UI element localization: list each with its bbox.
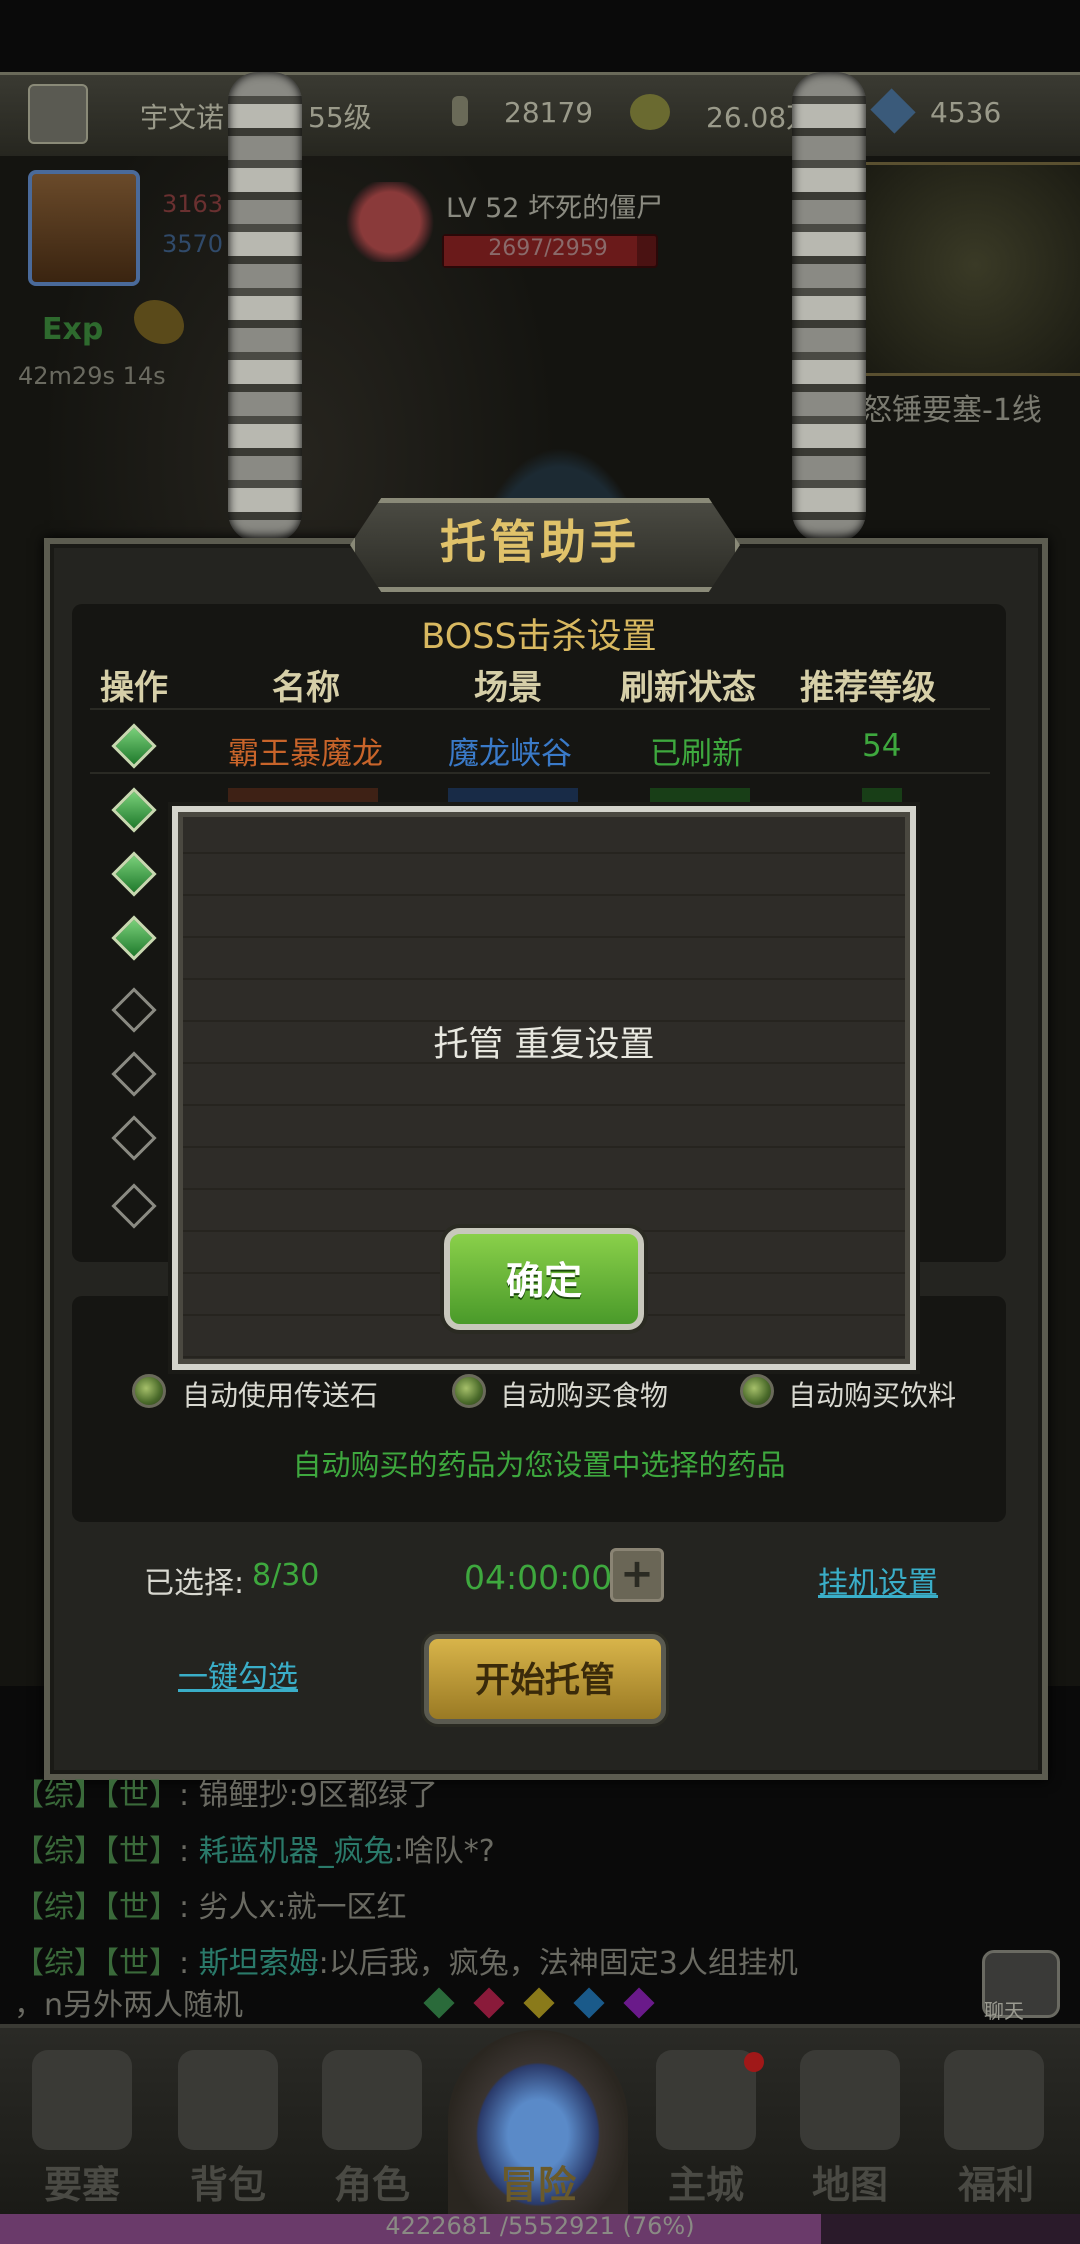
selected-label: 已选择: xyxy=(144,1566,245,1601)
row-2-text-fragment xyxy=(650,788,750,806)
chat-button-label: 聊天 xyxy=(984,1999,1024,2023)
chat-continuation: ，n另外两人随机 xyxy=(14,1988,244,2023)
chat-message[interactable]: 【综】【世】: 劣人x:就一区红 xyxy=(14,1882,407,1926)
minimap[interactable] xyxy=(862,162,1080,376)
teleport-stone-radio[interactable] xyxy=(132,1374,166,1408)
gold-value: 28179 xyxy=(504,96,594,129)
chat-message[interactable]: 【综】【世】: 耗蓝机器_疯兔:啥队*? xyxy=(14,1826,495,1870)
boss-level-cell: 54 xyxy=(862,728,902,764)
chat-channel: 【综】 xyxy=(14,1946,104,1981)
chat-sep: : xyxy=(179,1946,190,1981)
buy-food-radio[interactable] xyxy=(452,1374,486,1408)
nav-backpack[interactable]: 背包 xyxy=(168,2154,288,2209)
notification-dot xyxy=(744,2052,764,2072)
nav-character[interactable]: 角色 xyxy=(312,2154,432,2209)
row-divider xyxy=(90,708,990,710)
chat-scope: 【世】 xyxy=(104,1834,179,1869)
boss-scene-cell: 魔龙峡谷 xyxy=(448,736,572,772)
buy-food-label: 自动购买食物 xyxy=(500,1379,669,1412)
helmet-icon[interactable] xyxy=(322,2050,422,2150)
fortress-icon[interactable] xyxy=(32,2050,132,2150)
add-time-button[interactable]: + xyxy=(610,1548,664,1602)
col-scene: 场景 xyxy=(474,668,542,708)
chat-text: 锦鲤抄:9区都绿了 xyxy=(198,1778,438,1813)
boss-level-name: LV 52 坏死的僵尸 xyxy=(446,193,664,224)
coin-icon[interactable] xyxy=(630,94,670,130)
chat-channel: 【综】 xyxy=(14,1834,104,1869)
chat-text: 劣人x:就一区红 xyxy=(198,1890,407,1925)
player-level: 55级 xyxy=(308,101,372,134)
row-2-text-fragment xyxy=(862,788,902,806)
boss-hp-text: 2697/2959 xyxy=(488,236,608,261)
dialog-message: 托管 重复设置 xyxy=(433,1025,655,1065)
buff-timers: 42m29s 14s xyxy=(18,362,166,390)
chat-sep: : xyxy=(179,1890,190,1925)
chat-channel: 【综】 xyxy=(14,1890,104,1925)
select-all-link[interactable]: 一键勾选 xyxy=(178,1652,298,1696)
hero-hp: 3163 xyxy=(162,190,224,218)
gem-icon xyxy=(473,1987,505,2019)
nav-map[interactable]: 地图 xyxy=(790,2154,910,2209)
map-line-name: 怒锤要塞-1线 xyxy=(862,393,1042,428)
gold-icon xyxy=(452,96,468,126)
buy-drink-label: 自动购买饮料 xyxy=(788,1379,957,1412)
exp-label: Exp xyxy=(42,312,104,347)
row-2-text-fragment xyxy=(448,788,578,806)
chat-sender[interactable]: 斯坦索姆 xyxy=(199,1946,319,1981)
row-2-text-fragment xyxy=(228,788,378,806)
start-auto-label: 开始托管 xyxy=(474,1661,615,1701)
right-chain xyxy=(792,72,866,542)
nav-main-city[interactable]: 主城 xyxy=(646,2154,766,2209)
diamond-value: 4536 xyxy=(930,96,1002,129)
chat-channel: 【综】 xyxy=(14,1778,104,1813)
chat-text: :以后我，疯兔，法神固定3人组挂机 xyxy=(318,1946,798,1981)
chat-sep: : xyxy=(179,1834,190,1869)
boss-settings-title: BOSS击杀设置 xyxy=(421,617,657,657)
col-name: 名称 xyxy=(272,668,340,708)
col-operate: 操作 xyxy=(100,668,168,708)
chat-scope: 【世】 xyxy=(104,1890,179,1925)
backpack-icon[interactable] xyxy=(178,2050,278,2150)
player-avatar-icon[interactable] xyxy=(28,84,88,144)
gem-icon xyxy=(523,1987,555,2019)
selected-count: 8/30 xyxy=(252,1558,320,1593)
hero-portrait[interactable] xyxy=(28,170,140,286)
hero-mp: 3570 xyxy=(162,230,224,258)
boss-monster-icon[interactable] xyxy=(345,182,435,262)
boss-name-cell: 霸王暴魔龙 xyxy=(228,736,383,772)
chat-message[interactable]: 【综】【世】: 锦鲤抄:9区都绿了 xyxy=(14,1770,438,1814)
nav-fortress[interactable]: 要塞 xyxy=(22,2154,142,2209)
chat-sender[interactable]: 耗蓝机器_疯兔 xyxy=(199,1834,394,1869)
gift-icon[interactable] xyxy=(944,2050,1044,2150)
panel-title: 托管助手 xyxy=(440,515,640,569)
duration-value: 04:00:00 xyxy=(464,1558,613,1597)
gem-icon xyxy=(423,1987,455,2019)
map-scroll-icon[interactable] xyxy=(800,2050,900,2150)
chat-message[interactable]: 【综】【世】: 斯坦索姆:以后我，疯兔，法神固定3人组挂机 xyxy=(14,1938,798,1982)
chat-sep: : xyxy=(179,1778,190,1813)
nav-welfare[interactable]: 福利 xyxy=(936,2154,1056,2209)
ok-button-label: 确定 xyxy=(505,1259,582,1303)
left-chain xyxy=(228,72,302,542)
buy-drink-radio[interactable] xyxy=(740,1374,774,1408)
player-name: 宇文诺 xyxy=(140,101,225,134)
gem-icon xyxy=(623,1987,655,2019)
castle-icon[interactable] xyxy=(656,2050,756,2150)
chat-scope: 【世】 xyxy=(104,1778,179,1813)
teleport-stone-label: 自动使用传送石 xyxy=(182,1379,379,1412)
potion-note: 自动购买的药品为您设置中选择的药品 xyxy=(292,1448,786,1482)
nav-adventure[interactable]: 冒险 xyxy=(478,2154,598,2209)
chat-scope: 【世】 xyxy=(104,1946,179,1981)
gem-icon xyxy=(573,1987,605,2019)
boss-status-cell: 已刷新 xyxy=(650,736,743,772)
chat-text: :啥队*? xyxy=(393,1834,495,1869)
xp-text: 4222681 /5552921 (76%) xyxy=(385,2212,695,2240)
col-recommended-level: 推荐等级 xyxy=(800,668,936,708)
auto-settings-link[interactable]: 挂机设置 xyxy=(818,1558,938,1602)
col-refresh-status: 刷新状态 xyxy=(620,668,756,708)
